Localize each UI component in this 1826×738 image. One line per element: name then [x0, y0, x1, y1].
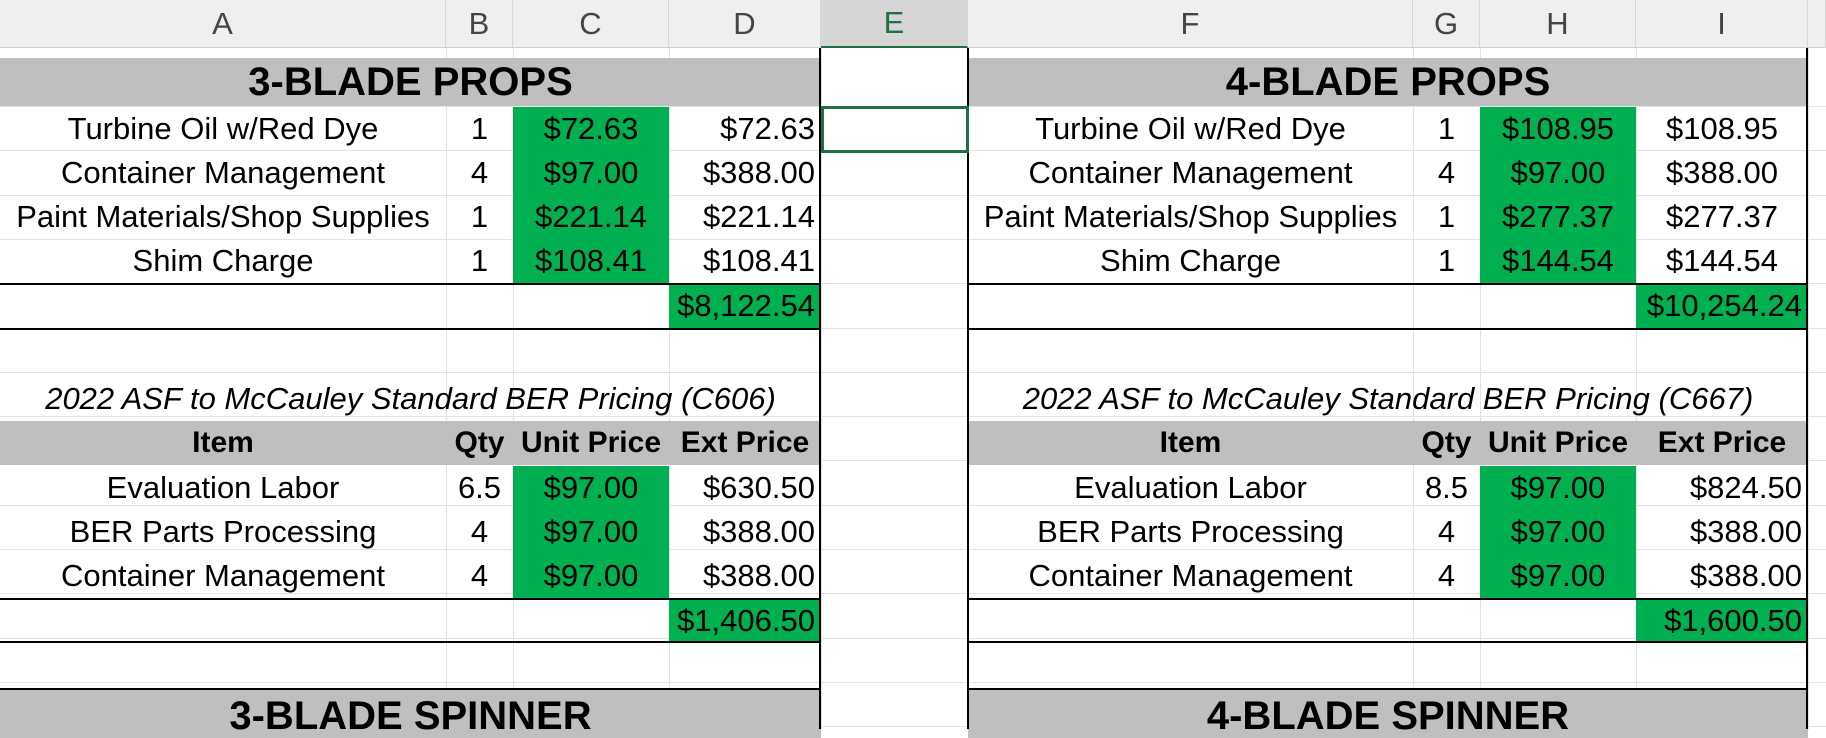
right-ber-title[interactable]: 2022 ASF to McCauley Standard BER Pricin…	[968, 377, 1808, 421]
left-total-border	[0, 328, 821, 330]
left-item-3-name[interactable]: Shim Charge	[0, 239, 446, 283]
left-ber-0-name[interactable]: Evaluation Labor	[0, 466, 446, 510]
left-ber-1-ext[interactable]: $388.00	[669, 510, 821, 554]
right-header-unit[interactable]: Unit Price	[1480, 421, 1636, 465]
left-ber-0-qty[interactable]: 6.5	[446, 466, 513, 510]
selected-cell-e3[interactable]	[821, 106, 969, 153]
right-item-2-ext[interactable]: $277.37	[1636, 195, 1808, 239]
left-item-0-ext[interactable]: $72.63	[669, 107, 821, 151]
left-item-0-qty[interactable]: 1	[446, 107, 513, 151]
right-ber-2-ext[interactable]: $388.00	[1636, 554, 1808, 598]
right-ber-0-name[interactable]: Evaluation Labor	[968, 466, 1413, 510]
right-title[interactable]: 4-BLADE PROPS	[968, 58, 1808, 106]
column-header-e[interactable]: E	[821, 0, 968, 48]
left-ber-2-name[interactable]: Container Management	[0, 554, 446, 598]
left-item-1-unit[interactable]: $97.00	[513, 151, 669, 195]
left-ber-1-qty[interactable]: 4	[446, 510, 513, 554]
right-item-2-unit[interactable]: $277.37	[1480, 195, 1636, 239]
left-item-2-qty[interactable]: 1	[446, 195, 513, 239]
left-ber-total[interactable]: $1,406.50	[669, 599, 821, 643]
column-header-blank	[1808, 0, 1826, 48]
left-ber-2-qty[interactable]: 4	[446, 554, 513, 598]
right-ber-2-qty[interactable]: 4	[1413, 554, 1480, 598]
right-ber-2-name[interactable]: Container Management	[968, 554, 1413, 598]
right-ber-top-border	[968, 598, 1808, 600]
left-item-2-ext[interactable]: $221.14	[669, 195, 821, 239]
left-header-item[interactable]: Item	[0, 421, 446, 465]
right-ber-total-border	[968, 641, 1808, 643]
right-item-1-name[interactable]: Container Management	[968, 151, 1413, 195]
right-ber-0-qty[interactable]: 8.5	[1413, 466, 1480, 510]
left-ber-top-border	[0, 598, 821, 600]
left-item-0-name[interactable]: Turbine Oil w/Red Dye	[0, 107, 446, 151]
column-header-g[interactable]: G	[1413, 0, 1480, 48]
right-item-1-qty[interactable]: 4	[1413, 151, 1480, 195]
right-item-2-name[interactable]: Paint Materials/Shop Supplies	[968, 195, 1413, 239]
right-ber-1-ext[interactable]: $388.00	[1636, 510, 1808, 554]
left-item-3-ext[interactable]: $108.41	[669, 239, 821, 283]
grid-row-line	[0, 682, 1826, 683]
left-ber-1-unit[interactable]: $97.00	[513, 510, 669, 554]
right-ber-1-qty[interactable]: 4	[1413, 510, 1480, 554]
right-item-2-qty[interactable]: 1	[1413, 195, 1480, 239]
right-ber-0-ext[interactable]: $824.50	[1636, 466, 1808, 510]
left-item-2-unit[interactable]: $221.14	[513, 195, 669, 239]
column-header-i[interactable]: I	[1636, 0, 1808, 48]
left-spinner-title[interactable]: 3-BLADE SPINNER	[0, 690, 821, 738]
right-table-right-edge	[1806, 48, 1808, 729]
column-header-b[interactable]: B	[446, 0, 513, 48]
left-header-unit[interactable]: Unit Price	[513, 421, 669, 465]
left-top-border	[0, 283, 821, 285]
right-spinner-top-border	[968, 688, 1808, 690]
column-header-h[interactable]: H	[1480, 0, 1636, 48]
right-top-border	[968, 283, 1808, 285]
right-header-ext[interactable]: Ext Price	[1636, 421, 1808, 465]
left-ber-0-ext[interactable]: $630.50	[669, 466, 821, 510]
right-header-item[interactable]: Item	[968, 421, 1413, 465]
right-item-3-name[interactable]: Shim Charge	[968, 239, 1413, 283]
left-ber-1-name[interactable]: BER Parts Processing	[0, 510, 446, 554]
left-spinner-top-border	[0, 688, 821, 690]
grid-row-line	[0, 372, 1826, 373]
left-item-3-unit[interactable]: $108.41	[513, 239, 669, 283]
right-item-0-unit[interactable]: $108.95	[1480, 107, 1636, 151]
left-item-1-ext[interactable]: $388.00	[669, 151, 821, 195]
right-total-border	[968, 328, 1808, 330]
right-item-0-ext[interactable]: $108.95	[1636, 107, 1808, 151]
left-item-3-qty[interactable]: 1	[446, 239, 513, 283]
right-ber-1-name[interactable]: BER Parts Processing	[968, 510, 1413, 554]
column-header-c[interactable]: C	[513, 0, 669, 48]
left-header-ext[interactable]: Ext Price	[669, 421, 821, 465]
left-total[interactable]: $8,122.54	[669, 284, 821, 328]
left-item-2-name[interactable]: Paint Materials/Shop Supplies	[0, 195, 446, 239]
left-header-qty[interactable]: Qty	[446, 421, 513, 465]
right-item-1-ext[interactable]: $388.00	[1636, 151, 1808, 195]
right-item-3-qty[interactable]: 1	[1413, 239, 1480, 283]
column-header-a[interactable]: A	[0, 0, 446, 48]
right-ber-2-unit[interactable]: $97.00	[1480, 554, 1636, 598]
left-item-0-unit[interactable]: $72.63	[513, 107, 669, 151]
left-item-1-name[interactable]: Container Management	[0, 151, 446, 195]
right-item-1-unit[interactable]: $97.00	[1480, 151, 1636, 195]
right-item-0-name[interactable]: Turbine Oil w/Red Dye	[968, 107, 1413, 151]
left-ber-2-unit[interactable]: $97.00	[513, 554, 669, 598]
left-ber-title[interactable]: 2022 ASF to McCauley Standard BER Pricin…	[0, 377, 821, 421]
grid-row-line	[0, 638, 1826, 639]
right-header-qty[interactable]: Qty	[1413, 421, 1480, 465]
right-item-3-ext[interactable]: $144.54	[1636, 239, 1808, 283]
left-ber-2-ext[interactable]: $388.00	[669, 554, 821, 598]
column-header-d[interactable]: D	[669, 0, 821, 48]
column-header-f[interactable]: F	[968, 0, 1413, 48]
left-title[interactable]: 3-BLADE PROPS	[0, 58, 821, 106]
right-item-0-qty[interactable]: 1	[1413, 107, 1480, 151]
left-item-1-qty[interactable]: 4	[446, 151, 513, 195]
right-ber-1-unit[interactable]: $97.00	[1480, 510, 1636, 554]
right-item-3-unit[interactable]: $144.54	[1480, 239, 1636, 283]
right-ber-total[interactable]: $1,600.50	[1636, 599, 1808, 643]
left-ber-0-unit[interactable]: $97.00	[513, 466, 669, 510]
right-ber-0-unit[interactable]: $97.00	[1480, 466, 1636, 510]
right-spinner-title[interactable]: 4-BLADE SPINNER	[968, 690, 1808, 738]
right-total[interactable]: $10,254.24	[1636, 284, 1808, 328]
left-ber-total-border	[0, 641, 821, 643]
